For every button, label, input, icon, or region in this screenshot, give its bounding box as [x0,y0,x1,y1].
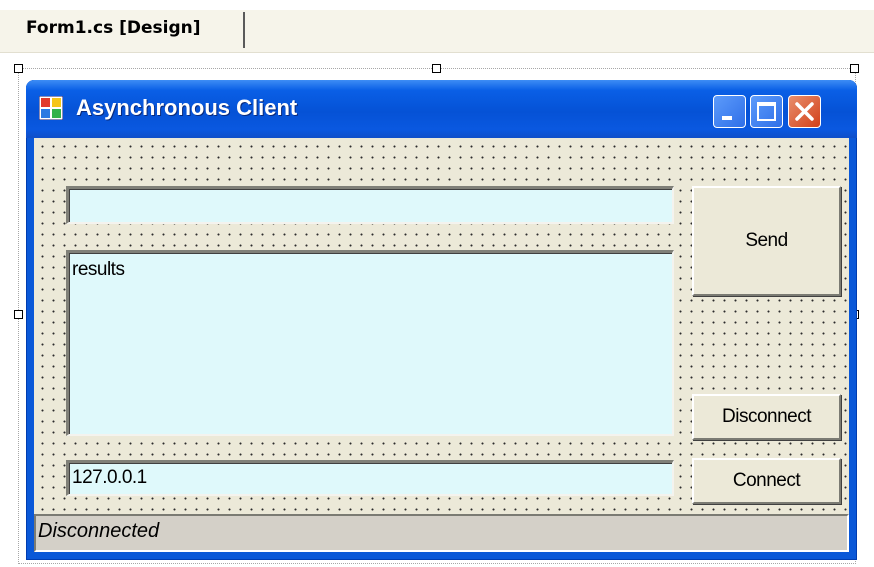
maximize-button[interactable] [750,95,783,128]
minimize-button[interactable] [713,95,746,128]
host-input[interactable]: 127.0.0.1 [66,460,674,496]
resize-handle-top[interactable] [432,64,441,73]
tab-form1-design[interactable]: Form1.cs [Design] [10,12,245,48]
close-icon [795,102,814,121]
tab-label: Form1.cs [Design] [26,18,201,38]
title-bar[interactable]: Asynchronous Client [26,80,857,138]
maximize-icon [757,102,776,121]
send-button[interactable]: Send [692,186,841,296]
form-window: Asynchronous Client results 127.0.0.1 Se… [26,80,857,560]
message-input[interactable] [66,186,674,224]
window-title: Asynchronous Client [76,95,298,120]
app-icon [38,95,64,121]
disconnect-button[interactable]: Disconnect [692,394,841,440]
form-client-area: results 127.0.0.1 Send Disconnect Connec… [34,138,849,514]
ide-tab-strip: Form1.cs [Design] [0,0,874,53]
resize-handle-left[interactable] [14,310,23,319]
close-button[interactable] [788,95,821,128]
resize-handle-top-left[interactable] [14,64,23,73]
results-textbox[interactable]: results [66,250,674,436]
connect-button[interactable]: Connect [692,458,841,504]
status-bar: Disconnected [34,514,849,552]
resize-handle-top-right[interactable] [850,64,859,73]
minimize-icon [722,116,732,120]
